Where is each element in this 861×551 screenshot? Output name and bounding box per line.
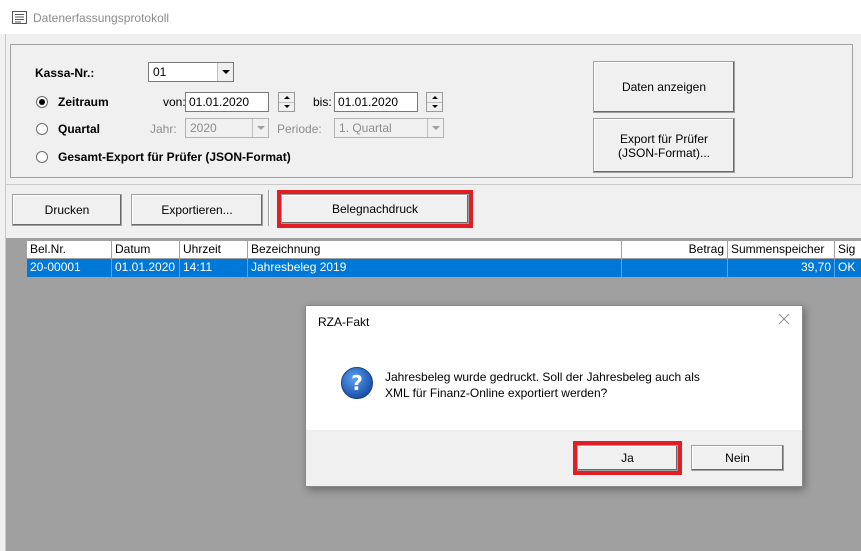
bis-date-spinner[interactable] xyxy=(426,92,443,112)
svg-text:?: ? xyxy=(351,371,363,395)
close-icon[interactable] xyxy=(776,311,792,327)
periode-select[interactable]: 1. Quartal xyxy=(334,118,444,138)
dialog-title: RZA-Fakt xyxy=(318,315,370,329)
jahr-select-value: 2020 xyxy=(190,121,217,135)
kassa-select-value: 01 xyxy=(153,65,167,79)
toolbar-separator xyxy=(6,184,861,185)
gesamt-export-radio[interactable] xyxy=(36,151,48,163)
table-header: Bel.Nr. Datum Uhrzeit Bezeichnung Betrag… xyxy=(27,241,861,259)
column-header-datum[interactable]: Datum xyxy=(112,241,180,259)
jahr-select[interactable]: 2020 xyxy=(185,118,269,138)
cell-belnr: 20-00001 xyxy=(27,259,112,277)
confirm-dialog: RZA-Fakt ? Jahresbeleg wurde gedruckt. S… xyxy=(305,305,803,487)
title-bar: Datenerfassungsprotokoll xyxy=(0,0,861,34)
dialog-message: Jahresbeleg wurde gedruckt. Soll der Jah… xyxy=(385,369,785,401)
bis-date-field[interactable]: 01.01.2020 xyxy=(334,92,418,112)
spin-up-icon[interactable] xyxy=(427,93,442,103)
question-icon: ? xyxy=(341,367,373,399)
von-label: von: xyxy=(163,95,186,109)
dialog-message-line1: Jahresbeleg wurde gedruckt. Soll der Jah… xyxy=(385,370,700,384)
column-header-belnr[interactable]: Bel.Nr. xyxy=(27,241,112,259)
cell-bezeichnung: Jahresbeleg 2019 xyxy=(248,259,622,277)
spin-up-icon[interactable] xyxy=(279,93,294,103)
export-pruefer-button[interactable]: Export für Prüfer (JSON-Format)... xyxy=(593,118,735,173)
zeitraum-label: Zeitraum xyxy=(58,95,109,109)
chevron-down-icon[interactable] xyxy=(427,119,443,137)
ja-button[interactable]: Ja xyxy=(577,445,678,471)
export-pruefer-line2: (JSON-Format)... xyxy=(618,145,710,160)
column-header-uhrzeit[interactable]: Uhrzeit xyxy=(180,241,248,259)
von-date-spinner[interactable] xyxy=(278,92,295,112)
dialog-message-line2: XML für Finanz-Online exportiert werden? xyxy=(385,386,608,400)
von-date-field[interactable]: 01.01.2020 xyxy=(185,92,269,112)
dialog-content: RZA-Fakt ? Jahresbeleg wurde gedruckt. S… xyxy=(306,306,802,430)
zeitraum-radio[interactable] xyxy=(36,96,48,108)
drucken-button[interactable]: Drucken xyxy=(12,194,122,226)
cell-datum: 01.01.2020 xyxy=(112,259,180,277)
gesamt-export-label: Gesamt-Export für Prüfer (JSON-Format) xyxy=(58,150,291,164)
chevron-down-icon[interactable] xyxy=(217,63,233,81)
exportieren-button[interactable]: Exportieren... xyxy=(131,194,263,226)
app-window: Datenerfassungsprotokoll Kassa-Nr.: 01 Z… xyxy=(0,0,861,551)
column-header-sig[interactable]: Sig xyxy=(835,241,861,259)
column-header-bezeichnung[interactable]: Bezeichnung xyxy=(248,241,622,259)
kassa-select[interactable]: 01 xyxy=(148,62,234,82)
toolbar-divider xyxy=(268,190,270,226)
chevron-down-icon[interactable] xyxy=(252,119,268,137)
spin-down-icon[interactable] xyxy=(427,103,442,112)
cell-sig: OK xyxy=(838,260,856,274)
cell-summenspeicher: 39,70 xyxy=(728,259,835,277)
periode-select-value: 1. Quartal xyxy=(339,121,392,135)
column-header-betrag[interactable]: Betrag xyxy=(622,241,728,259)
belegnachdruck-highlight: Belegnachdruck xyxy=(277,190,473,228)
daten-anzeigen-button[interactable]: Daten anzeigen xyxy=(593,61,735,113)
export-pruefer-line1: Export für Prüfer xyxy=(619,131,709,146)
column-header-summenspeicher[interactable]: Summenspeicher xyxy=(728,241,835,259)
belegnachdruck-button[interactable]: Belegnachdruck xyxy=(281,194,469,224)
periode-label: Periode: xyxy=(277,122,322,136)
quartal-label: Quartal xyxy=(58,122,101,136)
ja-highlight: Ja xyxy=(573,441,682,475)
cell-betrag xyxy=(622,259,728,277)
bis-label: bis: xyxy=(313,95,332,109)
quartal-radio[interactable] xyxy=(36,123,48,135)
jahr-label: Jahr: xyxy=(150,122,177,136)
kassa-label: Kassa-Nr.: xyxy=(35,66,95,80)
window-title: Datenerfassungsprotokoll xyxy=(33,11,170,25)
cell-uhrzeit: 14:11 xyxy=(180,259,248,277)
table-row[interactable]: 20-00001 01.01.2020 14:11 Jahresbeleg 20… xyxy=(27,259,861,277)
nein-button[interactable]: Nein xyxy=(691,445,784,471)
spin-down-icon[interactable] xyxy=(279,103,294,112)
document-icon xyxy=(12,11,27,24)
